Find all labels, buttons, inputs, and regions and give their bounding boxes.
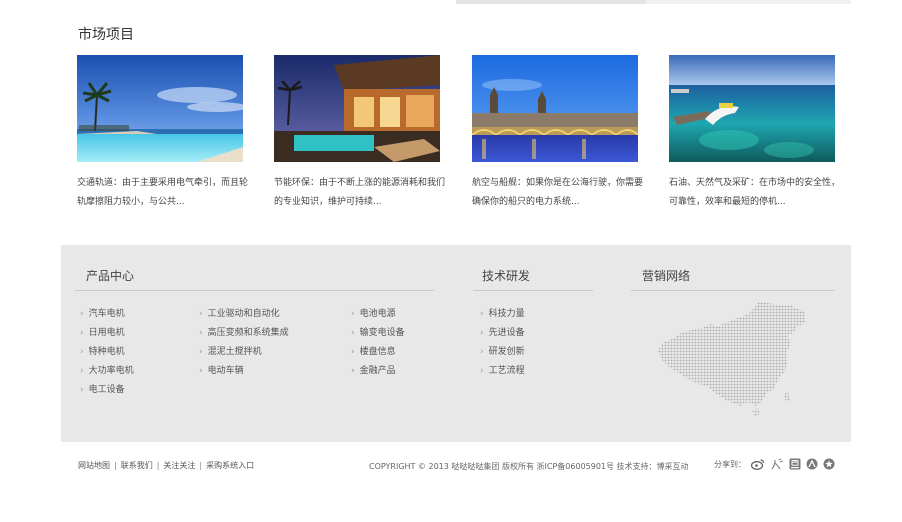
top-progress-bar: [456, 0, 851, 4]
procurement-link[interactable]: 采购系统入口: [206, 461, 254, 470]
market-card-energy[interactable]: 节能环保：由于不断上涨的能源消耗和我们的专业知识，维护可持续...: [274, 55, 445, 212]
china-map-icon[interactable]: [658, 302, 808, 418]
chevron-right-icon: ›: [351, 309, 355, 319]
link-separator: |: [199, 461, 203, 470]
chevron-right-icon: ›: [80, 366, 84, 376]
chevron-right-icon: ›: [199, 366, 203, 376]
chevron-right-icon: ›: [351, 347, 355, 357]
tech-link[interactable]: › 先进设备: [480, 325, 525, 338]
oil-gas-mining-image[interactable]: [669, 55, 835, 162]
chevron-right-icon: ›: [199, 328, 203, 338]
follow-link[interactable]: 关注关注: [163, 461, 195, 470]
rail-transit-image[interactable]: [77, 55, 243, 162]
share-bar: 分享到：: [714, 458, 835, 470]
products-divider: [75, 290, 434, 291]
product-link[interactable]: › 特种电机: [80, 344, 125, 357]
market-card-aviation[interactable]: 航空与船舰：如果你是在公海行驶，你需要确保你的船只的电力系统...: [472, 55, 643, 212]
card-description: 航空与船舰：如果你是在公海行驶，你需要确保你的船只的电力系统...: [472, 178, 644, 207]
tech-divider: [473, 290, 593, 291]
chevron-right-icon: ›: [351, 328, 355, 338]
copyright-text: COPYRIGHT © 2013 哒哒哒哒集团 版权所有 浙ICP备060059…: [369, 462, 689, 471]
tech-link[interactable]: › 工艺流程: [480, 363, 525, 376]
link-separator: |: [114, 461, 117, 470]
top-bar-segment-2: [646, 0, 851, 4]
link-separator: |: [156, 461, 160, 470]
card-description: 石油、天然气及采矿：在市场中的安全性，可靠性，效率和最短的停机...: [669, 178, 841, 207]
tech-title: 技术研发: [482, 269, 531, 283]
market-card-oil-gas[interactable]: 石油、天然气及采矿：在市场中的安全性，可靠性，效率和最短的停机...: [669, 55, 840, 212]
product-link[interactable]: › 混泥土搅拌机: [199, 344, 262, 357]
energy-saving-image[interactable]: [274, 55, 440, 162]
weibo-icon[interactable]: [751, 458, 765, 470]
tech-link[interactable]: › 研发创新: [480, 344, 525, 357]
chevron-right-icon: ›: [480, 328, 484, 338]
product-link[interactable]: › 输变电设备: [351, 325, 405, 338]
renren-icon[interactable]: [770, 458, 784, 470]
aviation-ship-image[interactable]: [472, 55, 638, 162]
chevron-right-icon: ›: [480, 309, 484, 319]
products-title: 产品中心: [86, 269, 135, 283]
product-link[interactable]: › 高压变频和系统集成: [199, 325, 289, 338]
product-link[interactable]: › 电工设备: [80, 382, 125, 395]
product-link[interactable]: › 大功率电机: [80, 363, 134, 376]
share-label: 分享到：: [714, 459, 746, 469]
contact-link[interactable]: 联系我们: [121, 461, 153, 470]
card-description: 交通轨道：由于主要采用电气牵引，而且轮轨摩擦阻力较小，与公共...: [77, 178, 249, 207]
product-link[interactable]: › 金融产品: [351, 363, 396, 376]
product-link[interactable]: › 电动车辆: [199, 363, 244, 376]
product-link[interactable]: › 工业驱动和自动化: [199, 306, 280, 319]
sales-title: 营销网络: [642, 269, 691, 283]
tech-link[interactable]: › 科技力量: [480, 306, 525, 319]
chevron-right-icon: ›: [80, 309, 84, 319]
product-link[interactable]: › 日用电机: [80, 325, 125, 338]
footer-panel: 产品中心 技术研发 营销网络 › 汽车电机 › 日用电机 › 特种电机 › 大功率电机 …: [61, 245, 851, 442]
product-link[interactable]: › 楼盘信息: [351, 344, 396, 357]
chevron-right-icon: ›: [199, 309, 203, 319]
product-link[interactable]: › 电池电源: [351, 306, 396, 319]
chevron-right-icon: ›: [80, 328, 84, 338]
chevron-right-icon: ›: [80, 347, 84, 357]
chevron-right-icon: ›: [199, 347, 203, 357]
chevron-right-icon: ›: [480, 366, 484, 376]
market-section-title: 市场项目: [78, 27, 134, 43]
top-bar-segment-1: [456, 0, 646, 4]
market-card-rail[interactable]: 交通轨道：由于主要采用电气牵引，而且轮轨摩擦阻力较小，与公共...: [77, 55, 248, 212]
bottom-links: 网站地图 | 联系我们 | 关注关注 | 采购系统入口: [78, 460, 254, 471]
chevron-right-icon: ›: [351, 366, 355, 376]
qzone-icon[interactable]: [823, 458, 835, 470]
douban-icon[interactable]: [789, 458, 801, 470]
kaixin-icon[interactable]: [806, 458, 818, 470]
sales-divider: [631, 290, 835, 291]
card-description: 节能环保：由于不断上涨的能源消耗和我们的专业知识，维护可持续...: [274, 178, 446, 207]
sitemap-link[interactable]: 网站地图: [78, 461, 110, 470]
chevron-right-icon: ›: [480, 347, 484, 357]
product-link[interactable]: › 汽车电机: [80, 306, 125, 319]
chevron-right-icon: ›: [80, 385, 84, 395]
